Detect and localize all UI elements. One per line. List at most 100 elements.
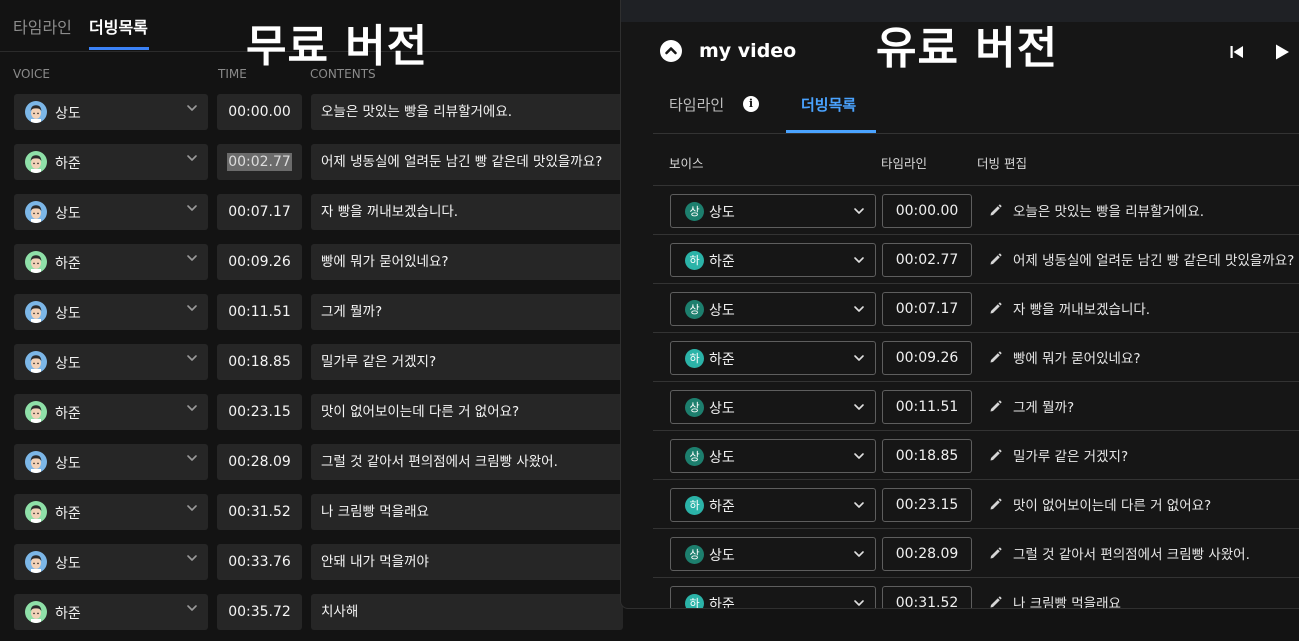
voice-select[interactable]: 상도 — [14, 344, 208, 380]
content-field[interactable]: 오늘은 맛있는 빵을 리뷰할거에요. — [311, 94, 623, 130]
pencil-icon[interactable] — [989, 498, 1002, 511]
time-field[interactable]: 00:02.77 — [217, 144, 302, 180]
tab-dubbing-list[interactable]: 더빙목록 — [801, 94, 856, 115]
voice-select[interactable]: 하준 — [14, 494, 208, 530]
timeline-field[interactable]: 00:07.17 — [882, 292, 972, 326]
pencil-icon[interactable] — [989, 596, 1002, 609]
table-row: 하 하준 00:09.26 빵에 뭐가 묻어있네요? — [653, 333, 1299, 382]
content-field[interactable]: 어제 냉동실에 얼려둔 남긴 빵 같은데 맛있을까요? — [311, 144, 623, 180]
avatar — [25, 101, 47, 123]
time-field[interactable]: 00:09.26 — [217, 244, 302, 280]
time-field[interactable]: 00:07.17 — [217, 194, 302, 230]
voice-select[interactable]: 상도 — [14, 544, 208, 580]
voice-select[interactable]: 하준 — [14, 394, 208, 430]
voice-badge: 상 — [685, 300, 704, 319]
voice-select[interactable]: 하 하준 — [670, 341, 876, 375]
voice-select[interactable]: 하 하준 — [670, 586, 876, 608]
active-tab-indicator — [89, 47, 149, 50]
avatar — [25, 151, 47, 173]
voice-badge: 상 — [685, 202, 704, 221]
voice-select[interactable]: 하준 — [14, 594, 208, 630]
content-field[interactable]: 맛이 없어보이는데 다른 거 없어요? — [311, 394, 623, 430]
content-field[interactable]: 나 크림빵 먹을래요 — [311, 494, 623, 530]
content-field[interactable]: 안돼 내가 먹을꺼야 — [311, 544, 623, 580]
tab-timeline[interactable]: 타임라인 — [669, 94, 724, 115]
timeline-field[interactable]: 00:11.51 — [882, 390, 972, 424]
time-field[interactable]: 00:33.76 — [217, 544, 302, 580]
dubbing-text[interactable]: 그럴 것 같아서 편의점에서 크림빵 사왔어. — [1013, 543, 1250, 563]
voice-select[interactable]: 상 상도 — [670, 292, 876, 326]
pencil-icon[interactable] — [989, 449, 1002, 462]
time-field[interactable]: 00:18.85 — [217, 344, 302, 380]
voice-select[interactable]: 상도 — [14, 294, 208, 330]
dubbing-text[interactable]: 맛이 없어보이는데 다른 거 없어요? — [1013, 494, 1211, 514]
pencil-icon[interactable] — [989, 302, 1002, 315]
paid-version-banner: 유료 버전 — [876, 23, 1059, 74]
info-icon[interactable]: i — [743, 96, 759, 112]
voice-select[interactable]: 하준 — [14, 144, 208, 180]
voice-select[interactable]: 상 상도 — [670, 194, 876, 228]
timeline-field[interactable]: 00:18.85 — [882, 439, 972, 473]
content-field[interactable]: 자 빵을 꺼내보겠습니다. — [311, 194, 623, 230]
time-value: 00:23.15 — [228, 404, 291, 420]
timeline-field[interactable]: 00:00.00 — [882, 194, 972, 228]
collapse-button[interactable] — [660, 40, 682, 62]
pencil-icon[interactable] — [989, 351, 1002, 364]
pencil-icon[interactable] — [989, 400, 1002, 413]
free-version-panel: 타임라인 더빙목록 VOICE TIME CONTENTS 상도 00:00.00… — [0, 0, 623, 641]
content-field[interactable]: 치사해 — [311, 594, 623, 630]
voice-select[interactable]: 하준 — [14, 244, 208, 280]
timeline-field[interactable]: 00:09.26 — [882, 341, 972, 375]
avatar-icon — [25, 501, 47, 523]
table-row: 상 상도 00:00.00 오늘은 맛있는 빵을 리뷰할거에요. — [653, 186, 1299, 235]
time-field[interactable]: 00:11.51 — [217, 294, 302, 330]
timeline-field[interactable]: 00:02.77 — [882, 243, 972, 277]
list-item: 상도 00:00.00 오늘은 맛있는 빵을 리뷰할거에요. — [0, 94, 623, 132]
list-item: 상도 00:11.51 그게 뭘까? — [0, 294, 623, 332]
dubbing-text[interactable]: 자 빵을 꺼내보겠습니다. — [1013, 298, 1150, 318]
time-value: 00:00.00 — [228, 104, 291, 120]
time-field[interactable]: 00:31.52 — [217, 494, 302, 530]
voice-select[interactable]: 상도 — [14, 194, 208, 230]
timeline-field[interactable]: 00:23.15 — [882, 488, 972, 522]
dubbing-text[interactable]: 빵에 뭐가 묻어있네요? — [1013, 347, 1141, 367]
list-item: 하준 00:02.77 어제 냉동실에 얼려둔 남긴 빵 같은데 맛있을까요? — [0, 144, 623, 182]
skip-previous-icon[interactable] — [1229, 44, 1245, 60]
time-field[interactable]: 00:00.00 — [217, 94, 302, 130]
content-field[interactable]: 그럴 것 같아서 편의점에서 크림빵 사왔어. — [311, 444, 623, 480]
voice-select[interactable]: 상도 — [14, 444, 208, 480]
chevron-down-icon — [854, 453, 864, 459]
tab-timeline[interactable]: 타임라인 — [13, 14, 72, 38]
voice-select[interactable]: 상 상도 — [670, 390, 876, 424]
chevron-down-icon — [854, 257, 864, 263]
voice-select[interactable]: 상도 — [14, 94, 208, 130]
content-field[interactable]: 그게 뭘까? — [311, 294, 623, 330]
timeline-field[interactable]: 00:31.52 — [882, 586, 972, 608]
dubbing-text[interactable]: 나 크림빵 먹을래요 — [1013, 592, 1121, 608]
dubbing-text[interactable]: 어제 냉동실에 얼려둔 남긴 빵 같은데 맛있을까요? — [1013, 249, 1294, 269]
voice-badge: 상 — [685, 447, 704, 466]
dubbing-text[interactable]: 밀가루 같은 거겠지? — [1013, 445, 1128, 465]
content-field[interactable]: 밀가루 같은 거겠지? — [311, 344, 623, 380]
pencil-icon[interactable] — [989, 547, 1002, 560]
dubbing-text[interactable]: 그게 뭘까? — [1013, 396, 1074, 416]
tab-dubbing-list[interactable]: 더빙목록 — [89, 14, 148, 38]
voice-select[interactable]: 하 하준 — [670, 488, 876, 522]
pencil-icon[interactable] — [989, 253, 1002, 266]
free-version-banner: 무료 버전 — [246, 21, 429, 72]
dubbing-text[interactable]: 오늘은 맛있는 빵을 리뷰할거에요. — [1013, 200, 1204, 220]
time-field[interactable]: 00:35.72 — [217, 594, 302, 630]
time-field[interactable]: 00:28.09 — [217, 444, 302, 480]
time-field[interactable]: 00:23.15 — [217, 394, 302, 430]
avatar-icon — [25, 201, 47, 223]
avatar-icon — [25, 351, 47, 373]
play-icon[interactable] — [1273, 43, 1291, 61]
timeline-field[interactable]: 00:28.09 — [882, 537, 972, 571]
voice-select[interactable]: 상 상도 — [670, 537, 876, 571]
voice-select[interactable]: 상 상도 — [670, 439, 876, 473]
content-field[interactable]: 빵에 뭐가 묻어있네요? — [311, 244, 623, 280]
pencil-icon[interactable] — [989, 204, 1002, 217]
active-tab-indicator — [786, 130, 876, 133]
voice-select[interactable]: 하 하준 — [670, 243, 876, 277]
chevron-down-icon — [187, 255, 197, 261]
